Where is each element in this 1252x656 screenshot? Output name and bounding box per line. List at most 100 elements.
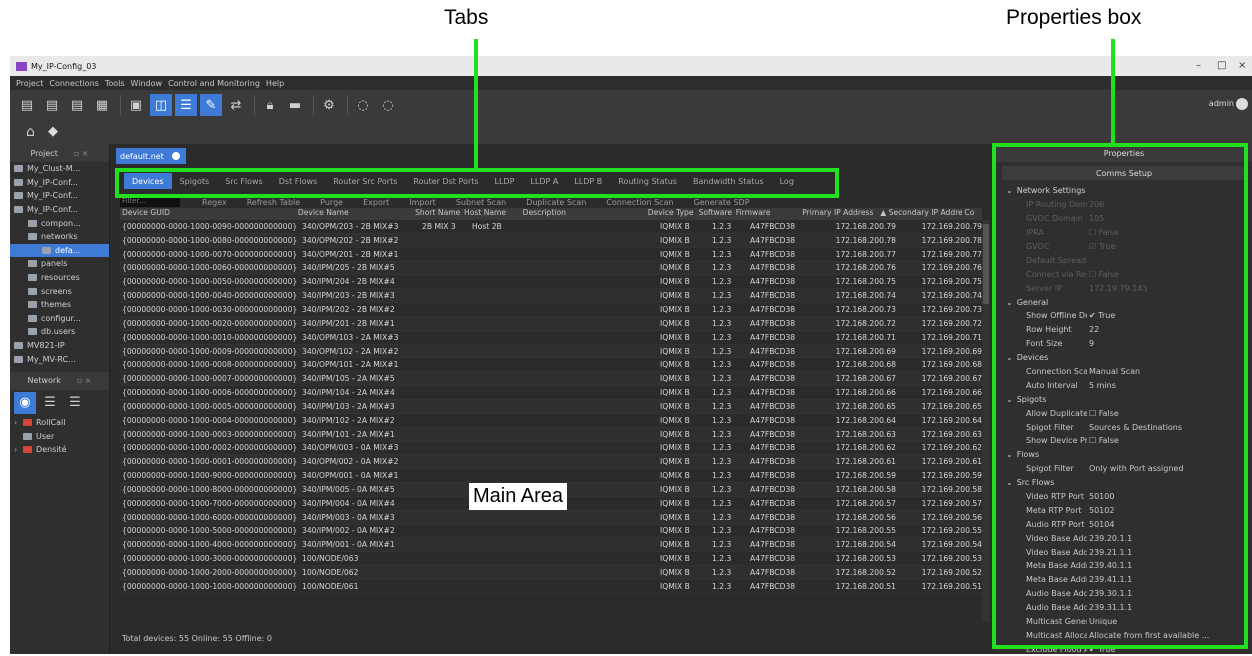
property-value[interactable]: 50102 [1087,506,1114,515]
property-value[interactable]: 172.19.79.143 [1087,284,1148,293]
tab-dst-flows[interactable]: Dst Flows [271,173,325,189]
property-section[interactable]: ⌄ Flows [996,448,1252,462]
regex-button[interactable]: Regex [202,198,227,207]
project-tree-item[interactable]: compon... [10,216,109,230]
tab-lldp[interactable]: LLDP [487,173,523,189]
tab-src-flows[interactable]: Src Flows [217,173,271,189]
column-header[interactable]: ▲ Secondary IP Address [878,208,962,220]
property-row[interactable]: Audio Base Addre...239.31.1.1 [996,601,1252,615]
project-tree-item[interactable]: screens [10,284,109,298]
project-tree-item[interactable]: defa... [10,243,109,258]
property-row[interactable]: Show Offline Devi...✔ True [996,309,1252,323]
device-icon[interactable]: ▣ [125,94,147,116]
generate-sdp-button[interactable]: Generate SDP [694,198,750,207]
property-row[interactable]: Meta Base Addres...239.41.1.1 [996,573,1252,587]
tree-icon[interactable]: ☰ [175,94,197,116]
property-row[interactable]: Video RTP Port 50100 [996,490,1252,504]
property-row[interactable]: GVOC ☑ True [996,240,1252,254]
lock-icon[interactable]: 🔒︎ [259,94,281,116]
network-tree-item[interactable]: › Densité [10,443,109,457]
property-value[interactable]: ✔ True [1087,311,1115,320]
panel-close-icon[interactable]: ▫ × [74,149,89,158]
network-tree-item[interactable]: › RollCall [10,416,109,430]
tab-lldp-a[interactable]: LLDP A [522,173,566,189]
menu-window[interactable]: Window [131,79,163,88]
table-row[interactable]: {00000000-0000-1000-0080-000000000000} 34… [120,233,982,248]
property-value[interactable]: 206 [1087,200,1104,209]
property-value[interactable]: Sources & Destinations [1087,423,1182,432]
property-row[interactable]: Font Size 9 [996,337,1252,351]
import-icon[interactable]: ▤ [66,94,88,116]
purge-button[interactable]: Purge [320,198,343,207]
duplicate-scan-button[interactable]: Duplicate Scan [526,198,586,207]
table-row[interactable]: {00000000-0000-1000-0003-000000000000} 34… [120,427,982,442]
subnet-scan-button[interactable]: Subnet Scan [456,198,506,207]
edit-icon[interactable]: ✎ [200,94,222,116]
table-row[interactable]: {00000000-0000-1000-0030-000000000000} 34… [120,303,982,317]
property-row[interactable]: Spigot Filter Only with Port assigned [996,462,1252,476]
chevron-down-icon[interactable]: ⌄ [1006,353,1013,362]
project-tree-item[interactable]: themes [10,298,109,312]
tab-router-src-ports[interactable]: Router Src Ports [325,173,405,189]
property-section[interactable]: ⌄ General [996,295,1252,309]
column-header[interactable]: Description [521,208,646,220]
gear-icon[interactable]: ⚙ [318,94,340,116]
vertical-scrollbar[interactable] [982,220,990,622]
table-row[interactable]: {00000000-0000-1000-2000-000000000000} 10… [120,566,982,580]
back-icon[interactable]: ◌ [352,94,374,116]
table-row[interactable]: {00000000-0000-1000-0020-000000000000} 34… [120,316,982,331]
tab-router-dst-ports[interactable]: Router Dst Ports [405,173,486,189]
project-tree-item[interactable]: My_IP-Conf... [10,176,109,190]
column-header[interactable]: Host Name [462,208,521,220]
property-row[interactable]: Audio RTP Port 50104 [996,517,1252,531]
close-button[interactable]: × [1238,60,1246,71]
connection-scan-button[interactable]: Connection Scan [606,198,673,207]
new-item-icon[interactable]: ▤ [16,94,38,116]
scrollbar-thumb[interactable] [983,224,989,304]
tab-close-icon[interactable] [171,152,180,160]
chevron-down-icon[interactable]: ⌄ [1006,478,1013,487]
project-tree-item[interactable]: configur... [10,312,109,326]
menu-connections[interactable]: Connections [49,79,98,88]
property-value[interactable]: Unique [1087,617,1117,626]
table-row[interactable]: {00000000-0000-1000-0006-000000000000} 34… [120,386,982,400]
tab-log[interactable]: Log [772,173,802,189]
column-header[interactable]: Device Name [296,208,413,220]
table-row[interactable]: {00000000-0000-1000-3000-000000000000} 10… [120,552,982,567]
property-row[interactable]: Video Base Addre...239.21.1.1 [996,545,1252,559]
property-row[interactable]: IPRA ☐ False [996,226,1252,240]
network-tree-item[interactable]: User [10,430,109,444]
open-icon[interactable]: ▤ [41,94,63,116]
table-row[interactable]: {00000000-0000-1000-0007-000000000000} 34… [120,372,982,387]
property-value[interactable]: 105 [1087,214,1104,223]
project-tree-item[interactable]: My_Clust-M... [10,162,109,176]
project-tree-item[interactable]: My_IP-Conf... [10,189,109,203]
tab-devices[interactable]: Devices [124,173,172,189]
property-row[interactable]: Connect via Relay☐ False [996,267,1252,281]
property-value[interactable]: 9 [1087,339,1094,348]
project-tree-item[interactable]: MV821-IP [10,339,109,353]
property-value[interactable]: 50104 [1087,520,1114,529]
column-header[interactable]: Device Type [646,208,697,220]
property-value[interactable]: Allocate from first available ... [1087,631,1209,640]
property-value[interactable]: 22 [1087,325,1099,334]
table-row[interactable]: {00000000-0000-1000-0009-000000000000} 34… [120,344,982,359]
link-icon[interactable]: ⇄ [225,94,247,116]
filter-input[interactable]: Filter... [120,197,180,207]
property-value[interactable]: ☑ True [1087,242,1116,251]
table-row[interactable]: {00000000-0000-1000-0005-000000000000} 34… [120,399,982,414]
column-header[interactable]: Software [697,208,734,220]
chevron-right-icon[interactable]: › [14,418,23,427]
chevron-down-icon[interactable]: ⌄ [1006,450,1013,459]
property-row[interactable]: Auto Interval 5 mins [996,378,1252,392]
export-button[interactable]: Export [363,198,389,207]
save-icon[interactable]: ▦ [91,94,113,116]
property-value[interactable]: 239.30.1.1 [1087,589,1132,598]
property-value[interactable]: 239.20.1.1 [1087,534,1132,543]
property-row[interactable]: Allow Duplicate N...☐ False [996,406,1252,420]
property-value[interactable]: ☐ False [1087,409,1119,418]
property-value[interactable]: 50100 [1087,492,1114,501]
project-tree-item[interactable]: panels [10,257,109,271]
menu-tools[interactable]: Tools [105,79,125,88]
tab-bandwidth-status[interactable]: Bandwidth Status [685,173,772,189]
